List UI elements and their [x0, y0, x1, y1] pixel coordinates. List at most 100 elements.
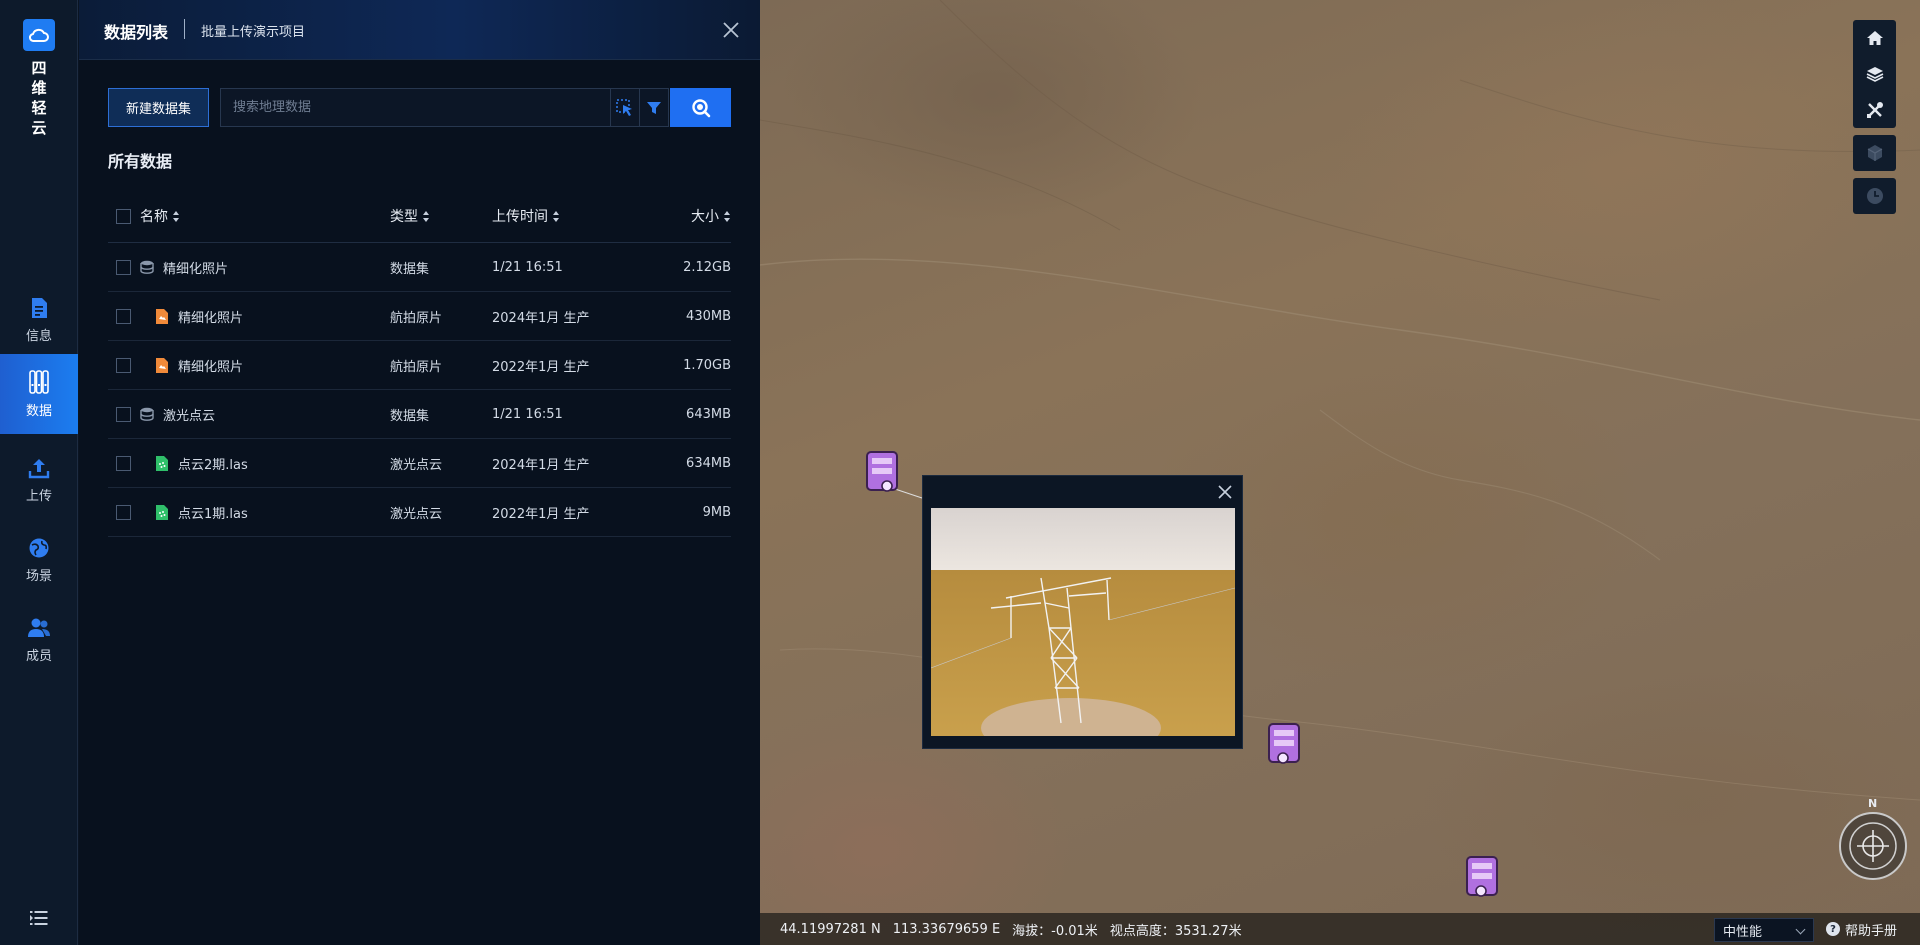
help-label: 帮助手册 — [1845, 923, 1898, 939]
nav-label: 数据 — [25, 403, 52, 419]
row-checkbox[interactable] — [116, 309, 131, 324]
column-header-size[interactable]: 大小 — [691, 190, 731, 242]
name-cell: 点云2期.las — [155, 439, 248, 487]
time-cell: 2022年1月 生产 — [492, 359, 590, 375]
nav-label: 上传 — [25, 488, 52, 504]
longitude: 113.33679659 E — [892, 921, 1001, 937]
name-cell: 点云1期.las — [155, 488, 248, 536]
nav-item-members[interactable]: 成员 — [0, 600, 78, 680]
close-icon[interactable] — [720, 19, 742, 41]
data-table: 名称 类型 上传时间 大小 精细化照片 数据集 1/21 16:51 2.12G… — [108, 190, 731, 537]
type-cell: 激光点云 — [390, 457, 443, 473]
compass[interactable]: N — [1838, 797, 1910, 881]
new-dataset-button[interactable]: 新建数据集 — [108, 88, 209, 127]
pointcloud-file-icon — [155, 455, 169, 471]
type-cell: 激光点云 — [390, 506, 443, 522]
nav-item-data[interactable]: 数据 — [0, 354, 78, 434]
compass-north-label: N — [1868, 797, 1878, 810]
tools-icon[interactable] — [1853, 92, 1896, 128]
aerial-photo-thumbnail[interactable] — [931, 508, 1235, 736]
nav-item-scene[interactable]: 场景 — [0, 520, 78, 600]
status-bar: 44.11997281 N 113.33679659 E 海拔：-0.01米 视… — [760, 913, 1920, 945]
time-cell: 1/21 16:51 — [492, 406, 563, 422]
column-header-type[interactable]: 类型 — [390, 190, 430, 242]
clock-icon[interactable] — [1853, 178, 1896, 214]
search-icon — [691, 98, 710, 117]
table-row[interactable]: 精细化照片 数据集 1/21 16:51 2.12GB — [108, 243, 731, 292]
layers-icon[interactable] — [1853, 56, 1896, 92]
column-header-time[interactable]: 上传时间 — [492, 190, 560, 242]
table-row[interactable]: 精细化照片 航拍原片 2022年1月 生产 1.70GB — [108, 341, 731, 390]
nav-label: 成员 — [25, 648, 52, 664]
select-all-checkbox[interactable] — [116, 209, 131, 224]
nav-item-info[interactable]: 信息 — [0, 280, 78, 360]
view-height: 视点高度：3531.27米 — [1109, 923, 1242, 939]
row-checkbox[interactable] — [116, 358, 131, 373]
time-cell: 1/21 16:51 — [492, 259, 563, 275]
search-input[interactable] — [220, 88, 612, 127]
photo-preview-popup — [922, 475, 1243, 749]
photo-marker-icon[interactable] — [863, 448, 907, 494]
select-area-icon[interactable] — [610, 88, 640, 127]
map-toolbar — [1853, 20, 1896, 214]
time-cell: 2022年1月 生产 — [492, 506, 590, 522]
collapse-menu-icon[interactable] — [30, 910, 48, 929]
pointcloud-file-icon — [155, 504, 169, 520]
home-icon[interactable] — [1853, 20, 1896, 56]
time-cell: 2024年1月 生产 — [492, 457, 590, 473]
size-cell: 1.70GB — [683, 357, 731, 373]
table-row[interactable]: 精细化照片 航拍原片 2024年1月 生产 430MB — [108, 292, 731, 341]
time-cell: 2024年1月 生产 — [492, 310, 590, 326]
members-icon — [28, 618, 50, 637]
panel-title: 数据列表 — [104, 23, 169, 42]
dataset-icon — [140, 406, 154, 422]
row-checkbox[interactable] — [116, 456, 131, 471]
title-divider — [184, 19, 185, 39]
size-cell: 2.12GB — [683, 259, 731, 275]
name-cell: 精细化照片 — [155, 292, 243, 340]
sort-icon — [724, 210, 731, 222]
dataset-icon — [140, 259, 154, 275]
panel-header: 数据列表 批量上传演示项目 — [79, 0, 760, 60]
altitude: 海拔：-0.01米 — [1012, 923, 1098, 939]
nav-label: 场景 — [25, 568, 52, 584]
name-cell: 精细化照片 — [140, 243, 228, 291]
photo-file-icon — [155, 357, 169, 373]
nav-item-upload[interactable]: 上传 — [0, 440, 78, 520]
performance-value: 中性能 — [1723, 924, 1763, 940]
size-cell: 9MB — [702, 504, 731, 520]
data-list-panel: 数据列表 批量上传演示项目 新建数据集 所有数据 名称 类型 上传时间 大小 精… — [79, 0, 760, 945]
table-row[interactable]: 激光点云 数据集 1/21 16:51 643MB — [108, 390, 731, 439]
cube-icon[interactable] — [1853, 135, 1896, 171]
filter-icon[interactable] — [639, 88, 669, 127]
nav-rail: 四 维 轻 云 信息 数据 上传 场景 成员 — [0, 0, 78, 945]
search-button[interactable] — [670, 88, 731, 127]
row-checkbox[interactable] — [116, 407, 131, 422]
column-header-name[interactable]: 名称 — [140, 190, 180, 242]
name-cell: 精细化照片 — [155, 341, 243, 389]
table-row[interactable]: 点云2期.las 激光点云 2024年1月 生产 634MB — [108, 439, 731, 488]
globe-icon — [29, 538, 49, 557]
terrain-texture — [760, 0, 1920, 801]
size-cell: 430MB — [686, 308, 731, 324]
photo-file-icon — [155, 308, 169, 324]
help-icon: ? — [1826, 922, 1840, 936]
map-view[interactable]: N 44.11997281 N 113.33679659 E 海拔：-0.01米… — [760, 0, 1920, 945]
upload-icon — [28, 458, 50, 478]
type-cell: 航拍原片 — [390, 359, 443, 375]
sort-icon — [423, 210, 430, 222]
database-icon — [29, 369, 49, 394]
performance-select[interactable]: 中性能 — [1714, 918, 1814, 942]
table-header: 名称 类型 上传时间 大小 — [108, 190, 731, 243]
size-cell: 643MB — [686, 406, 731, 422]
row-checkbox[interactable] — [116, 505, 131, 520]
sort-icon — [553, 210, 560, 222]
help-manual-link[interactable]: ? 帮助手册 — [1826, 913, 1897, 945]
size-cell: 634MB — [686, 455, 731, 471]
close-icon[interactable] — [1216, 483, 1234, 501]
table-row[interactable]: 点云1期.las 激光点云 2022年1月 生产 9MB — [108, 488, 731, 537]
row-checkbox[interactable] — [116, 260, 131, 275]
photo-marker-icon[interactable] — [1265, 720, 1309, 766]
photo-marker-icon[interactable] — [1463, 853, 1507, 899]
cloud-logo-icon[interactable] — [23, 19, 55, 51]
